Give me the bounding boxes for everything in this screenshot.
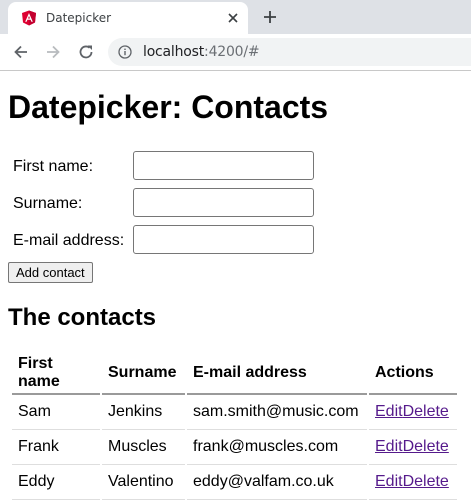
surname-row: Surname: [13, 188, 333, 220]
table-row: Frank Muscles frank@muscles.com EditDele… [12, 430, 457, 465]
email-input[interactable] [133, 225, 314, 254]
table-header-row: First name Surname E-mail address Action… [12, 355, 457, 395]
tab-title: Datepicker [46, 11, 112, 25]
cell-surname: Jenkins [102, 395, 185, 430]
forward-arrow-icon[interactable] [44, 43, 62, 61]
close-tab-icon[interactable] [226, 11, 240, 25]
edit-link[interactable]: Edit [375, 403, 403, 420]
first-name-label: First name: [13, 158, 94, 175]
url-path: :4200/# [204, 44, 260, 60]
back-arrow-icon[interactable] [12, 43, 30, 61]
cell-surname: Muscles [102, 430, 185, 465]
reload-icon[interactable] [77, 43, 95, 61]
contacts-heading: The contacts [8, 304, 157, 331]
cell-first-name: Sam [12, 395, 100, 430]
cell-surname: Valentino [102, 465, 185, 500]
cell-actions: EditDelete [369, 395, 457, 430]
edit-link[interactable]: Edit [375, 473, 403, 490]
new-tab-icon[interactable] [262, 9, 278, 25]
browser-tab-strip: Datepicker [0, 0, 471, 34]
contacts-table: First name Surname E-mail address Action… [10, 355, 459, 500]
cell-email: eddy@valfam.co.uk [187, 465, 367, 500]
surname-label: Surname: [13, 195, 83, 212]
email-label: E-mail address: [13, 232, 125, 249]
cell-email: sam.smith@music.com [187, 395, 367, 430]
delete-link[interactable]: Delete [403, 403, 449, 420]
page-title: Datepicker: Contacts [8, 89, 329, 125]
delete-link[interactable]: Delete [403, 473, 449, 490]
first-name-input[interactable] [133, 151, 314, 180]
url-text: localhost:4200/# [143, 44, 260, 60]
info-icon[interactable] [118, 45, 132, 59]
surname-input[interactable] [133, 188, 314, 217]
url-host: localhost [143, 44, 205, 60]
header-surname: Surname [102, 355, 185, 395]
address-bar[interactable]: localhost:4200/# [108, 38, 471, 66]
header-first-name: First name [12, 355, 100, 395]
edit-link[interactable]: Edit [375, 438, 403, 455]
cell-first-name: Frank [12, 430, 100, 465]
table-row: Eddy Valentino eddy@valfam.co.uk EditDel… [12, 465, 457, 500]
add-contact-button[interactable]: Add contact [8, 262, 93, 283]
email-row: E-mail address: [13, 225, 333, 257]
table-row: Sam Jenkins sam.smith@music.com EditDele… [12, 395, 457, 430]
delete-link[interactable]: Delete [403, 438, 449, 455]
cell-email: frank@muscles.com [187, 430, 367, 465]
header-actions: Actions [369, 355, 457, 395]
cell-first-name: Eddy [12, 465, 100, 500]
angular-logo-icon [22, 10, 36, 26]
cell-actions: EditDelete [369, 430, 457, 465]
browser-tab[interactable]: Datepicker [8, 2, 248, 34]
browser-toolbar: localhost:4200/# [0, 34, 471, 71]
first-name-row: First name: [13, 151, 333, 183]
header-email: E-mail address [187, 355, 367, 395]
cell-actions: EditDelete [369, 465, 457, 500]
